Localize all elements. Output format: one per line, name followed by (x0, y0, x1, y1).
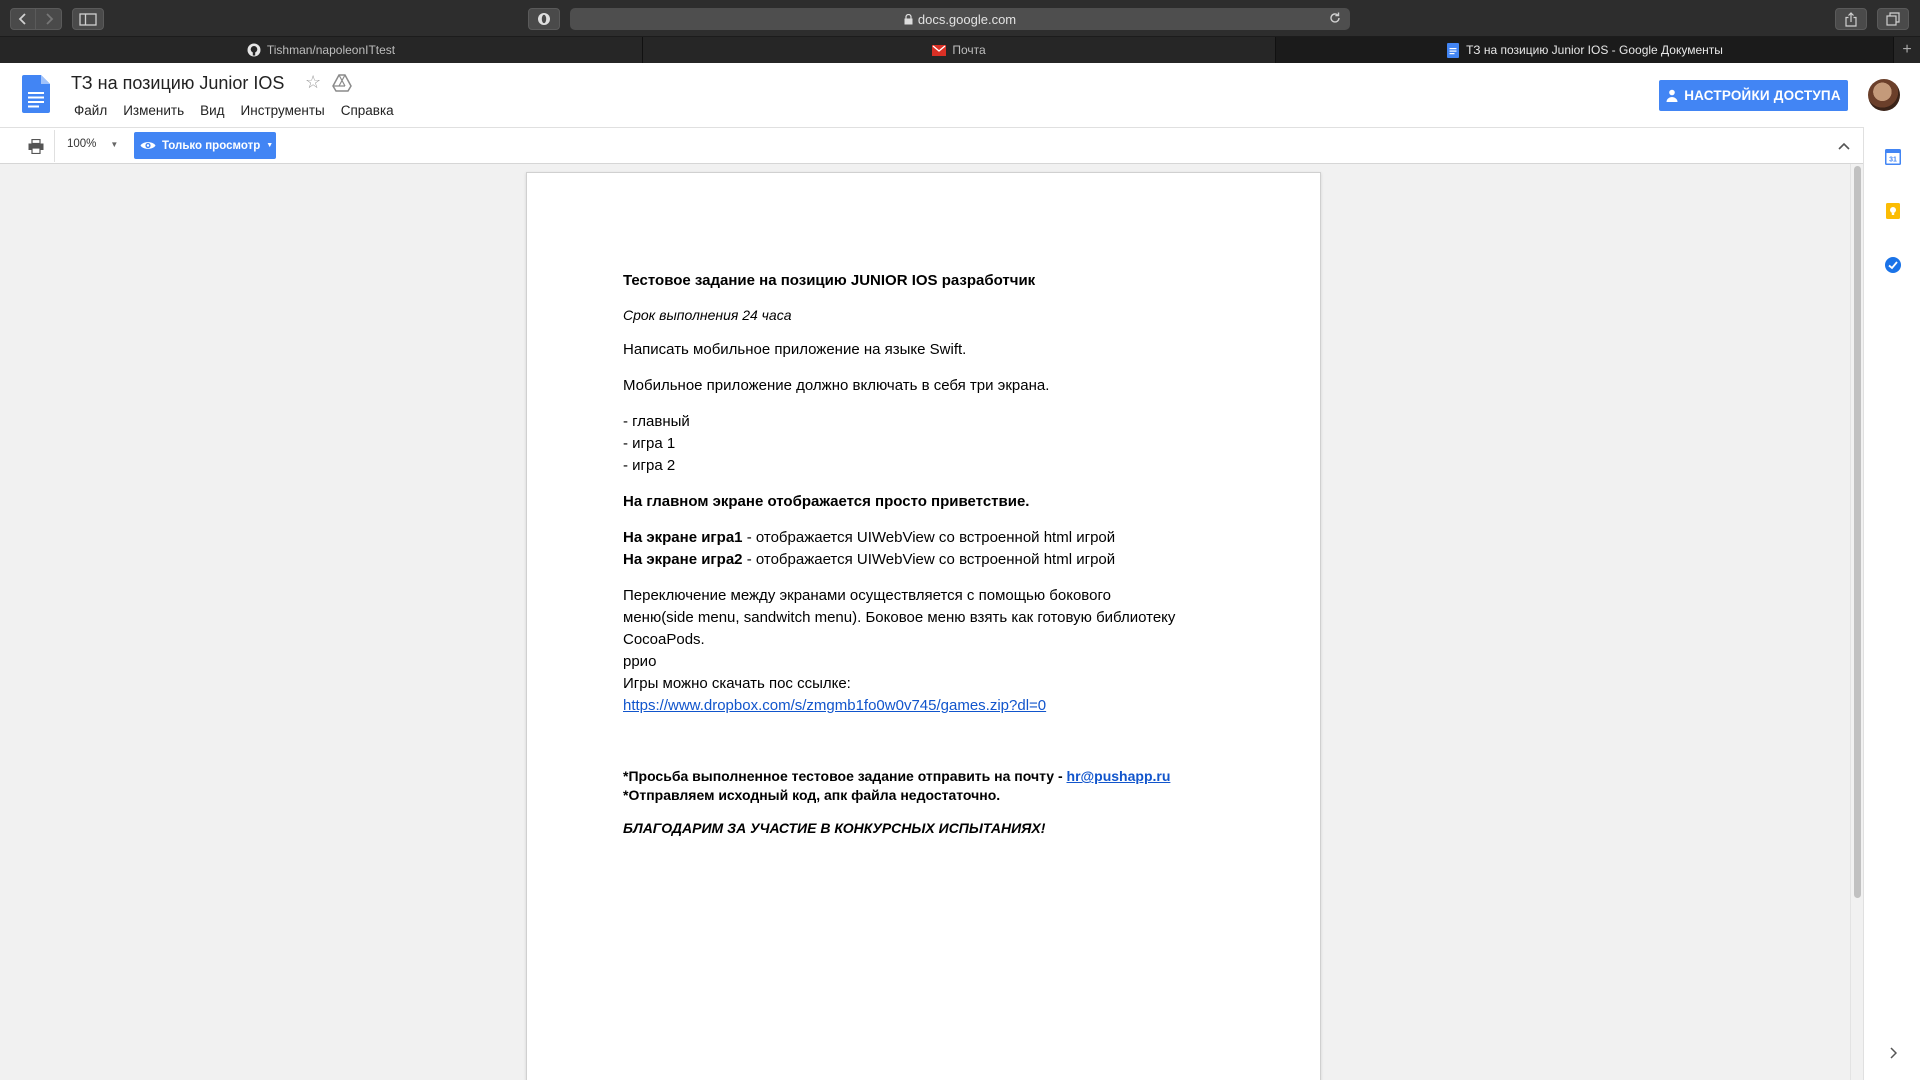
gmail-icon (932, 43, 947, 57)
game1-text: - отображается UIWebView со встроенной h… (742, 529, 1116, 546)
paragraph: Переключение между экранами осуществляет… (623, 587, 1111, 604)
address-bar[interactable]: docs.google.com (570, 8, 1350, 30)
chevron-down-icon: ▼ (110, 140, 119, 149)
game2-text: - отображается UIWebView со встроенной h… (742, 551, 1116, 568)
tab-mail[interactable]: Почта (643, 37, 1276, 63)
tab-title: Tishman/napoleonITtest (266, 43, 396, 57)
share-icon (1845, 11, 1857, 27)
tab-title: Почта (952, 43, 986, 57)
scrollbar-thumb[interactable] (1854, 166, 1861, 898)
tab-overview-button[interactable] (1877, 8, 1909, 30)
new-tab-button[interactable]: + (1894, 37, 1920, 63)
google-docs-icon (1446, 42, 1460, 58)
list-item: - игра 1 (623, 435, 676, 452)
chevron-right-icon (1890, 1047, 1897, 1059)
game2-label: На экране игра2 (623, 551, 743, 568)
tab-github[interactable]: Tishman/napoleonITtest (0, 37, 643, 63)
toolbar-divider (54, 130, 55, 162)
menu-file[interactable]: Файл (66, 101, 115, 120)
keep-icon[interactable] (1884, 202, 1902, 220)
menu-tools[interactable]: Инструменты (233, 101, 333, 120)
print-icon (28, 138, 44, 154)
avatar[interactable] (1868, 79, 1900, 111)
github-icon (247, 43, 261, 57)
paragraph: На главном экране отображается просто пр… (623, 493, 1030, 510)
tab-bar: Tishman/napoleonITtest Почта ТЗ на позиц… (0, 37, 1920, 63)
email-link[interactable]: hr@pushapp.ru (1067, 768, 1171, 784)
game1-label: На экране игра1 (623, 529, 743, 546)
zoom-value: 100% (67, 138, 97, 150)
paragraph: Мобильное приложение должно включать в с… (623, 377, 1050, 394)
forward-button[interactable] (36, 8, 62, 30)
side-panel: 31 (1863, 127, 1920, 1080)
eye-icon (140, 140, 156, 151)
privacy-report-button[interactable] (528, 8, 560, 30)
closing-text: БЛАГОДАРИМ ЗА УЧАСТИЕ В КОНКУРСНЫХ ИСПЫТ… (623, 820, 1046, 836)
chevron-down-icon: ▼ (266, 142, 274, 149)
tab-google-docs[interactable]: ТЗ на позицию Junior IOS - Google Докуме… (1276, 37, 1894, 63)
star-icon[interactable]: ☆ (305, 72, 321, 93)
paragraph: ррио (623, 653, 657, 670)
paragraph: На экране игра1 - отображается UIWebView… (623, 527, 1233, 549)
paragraph: меню(side menu, sandwitch menu). Боковое… (623, 609, 1176, 626)
menu-bar: Файл Изменить Вид Инструменты Справка (66, 101, 402, 120)
calendar-icon[interactable]: 31 (1884, 148, 1902, 166)
document-canvas: Тестовое задание на позицию JUNIOR IOS р… (0, 164, 1863, 1080)
url-text: docs.google.com (917, 11, 1017, 27)
editing-mode-label: Только просмотр (162, 139, 261, 152)
google-docs-logo-icon[interactable] (22, 75, 50, 113)
editing-mode-button[interactable]: Только просмотр ▼ (134, 132, 276, 159)
shield-icon (538, 13, 550, 25)
zoom-select[interactable]: 100% ▼ (67, 138, 118, 150)
list-item: - игра 2 (623, 457, 676, 474)
lock-icon (904, 13, 913, 24)
drive-icon[interactable] (332, 74, 352, 92)
tasks-icon[interactable] (1884, 256, 1902, 274)
collapse-menu-button[interactable] (1835, 137, 1853, 155)
deadline-text: Срок выполнения 24 часа (623, 307, 792, 323)
share-settings-button[interactable]: НАСТРОЙКИ ДОСТУПА (1659, 80, 1848, 111)
navigation-buttons (10, 8, 62, 30)
chevron-left-icon (18, 13, 26, 25)
person-icon (1666, 89, 1678, 102)
reload-icon[interactable] (1328, 11, 1342, 25)
tabs-icon (1886, 12, 1900, 26)
back-button[interactable] (10, 8, 36, 30)
print-button[interactable] (24, 136, 48, 156)
docs-toolbar: 100% ▼ Только просмотр ▼ (0, 127, 1920, 164)
list-item: - главный (623, 413, 690, 430)
docs-header: ТЗ на позицию Junior IOS ☆ Файл Изменить… (0, 63, 1920, 127)
paragraph: *Отправляем исходный код, апк файла недо… (623, 787, 1001, 803)
paragraph: Игры можно скачать пос ссылке: (623, 675, 851, 692)
download-link[interactable]: https://www.dropbox.com/s/zmgmb1fo0w0v74… (623, 697, 1046, 714)
request-text: *Просьба выполненное тестовое задание от… (623, 768, 1067, 784)
chevron-up-icon (1838, 142, 1850, 150)
menu-edit[interactable]: Изменить (115, 101, 192, 120)
document-title[interactable]: ТЗ на позицию Junior IOS (71, 73, 284, 94)
browser-toolbar: docs.google.com (0, 0, 1920, 37)
share-button[interactable] (1835, 8, 1867, 30)
menu-view[interactable]: Вид (192, 101, 232, 120)
paragraph: Написать мобильное приложение на языке S… (623, 341, 967, 358)
calendar-day: 31 (1889, 157, 1897, 164)
share-settings-label: НАСТРОЙКИ ДОСТУПА (1684, 88, 1841, 103)
document-page: Тестовое задание на позицию JUNIOR IOS р… (526, 172, 1321, 1080)
document-body: Тестовое задание на позицию JUNIOR IOS р… (623, 270, 1233, 838)
expand-side-panel-button[interactable] (1884, 1044, 1902, 1062)
menu-help[interactable]: Справка (333, 101, 402, 120)
paragraph: На экране игра2 - отображается UIWebView… (623, 549, 1233, 571)
paragraph: CocoaPods. (623, 631, 705, 648)
sidebar-icon (79, 12, 97, 26)
scrollbar[interactable] (1850, 164, 1863, 1080)
sidebar-toggle-button[interactable] (72, 8, 104, 30)
paragraph: *Просьба выполненное тестовое задание от… (623, 767, 1233, 786)
tab-title: ТЗ на позицию Junior IOS - Google Докуме… (1466, 43, 1723, 57)
chevron-right-icon (45, 13, 53, 25)
document-heading: Тестовое задание на позицию JUNIOR IOS р… (623, 272, 1036, 289)
